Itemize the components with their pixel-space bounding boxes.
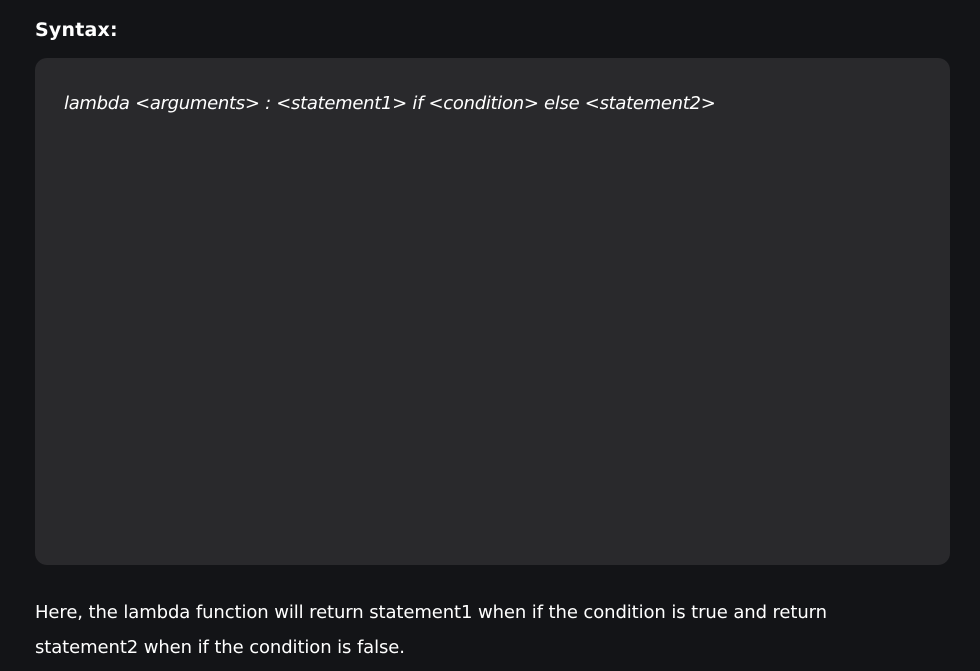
- syntax-heading: Syntax:: [35, 19, 118, 41]
- code-syntax-line: lambda <arguments> : <statement1> if <co…: [64, 93, 716, 114]
- code-block: lambda <arguments> : <statement1> if <co…: [35, 58, 950, 565]
- description-paragraph: Here, the lambda function will return st…: [35, 602, 827, 658]
